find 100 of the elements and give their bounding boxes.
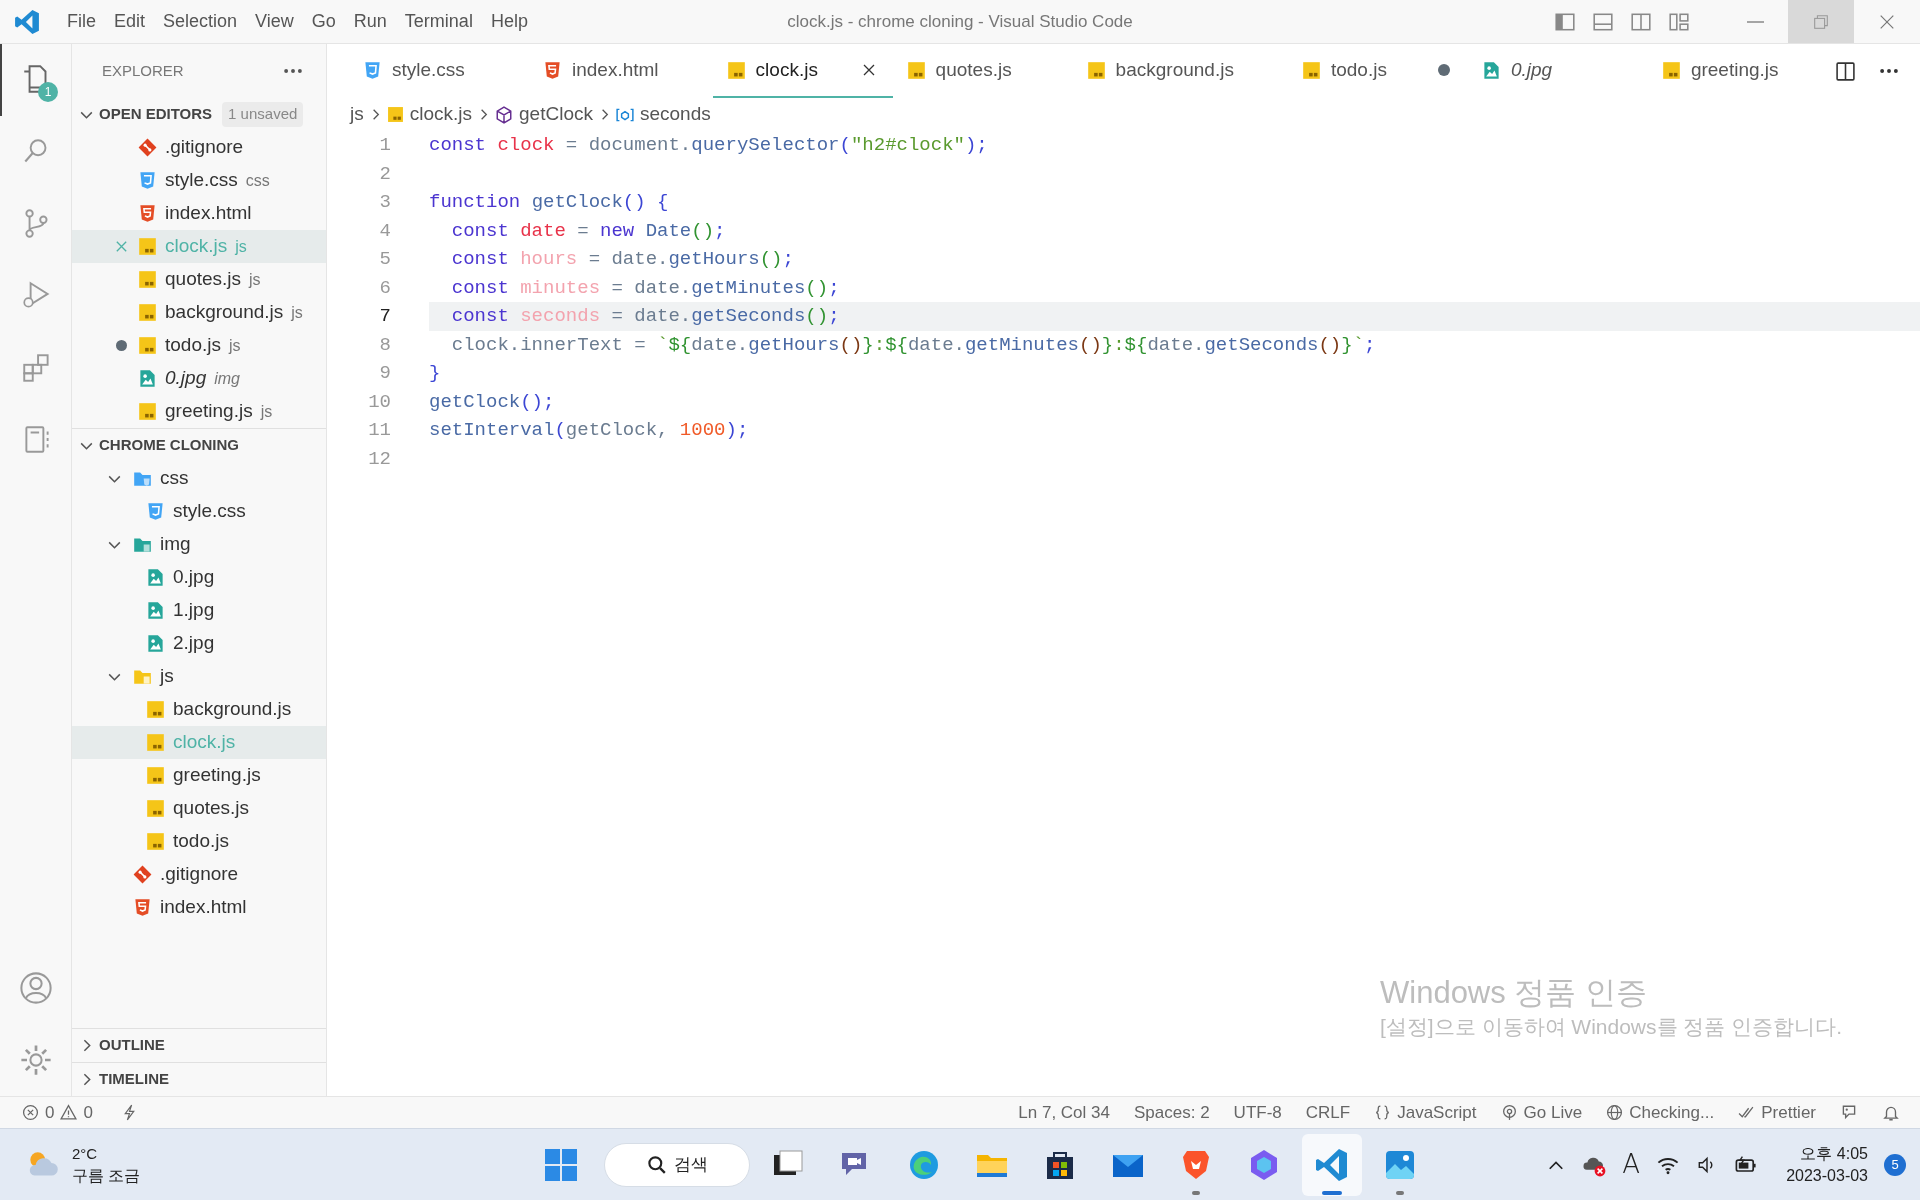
js-file-icon	[1086, 60, 1106, 80]
file-name: todo.js	[173, 829, 229, 854]
tab-label: style.css	[392, 57, 465, 82]
tree-row[interactable]: 2.jpg	[72, 627, 326, 660]
tree-row[interactable]: .gitignore	[72, 858, 326, 891]
file-name: .gitignore	[165, 135, 244, 160]
js-file-icon	[138, 336, 157, 355]
line-number: 3	[378, 190, 391, 215]
explorer-title: EXPLORER	[102, 60, 184, 81]
file-name: background.js	[165, 300, 284, 325]
editor-tab[interactable]: quotes.js	[892, 44, 1073, 98]
status-item[interactable]: Spaces: 2	[1134, 1099, 1210, 1126]
section-title: OUTLINE	[99, 1035, 165, 1056]
section-header[interactable]: CHROME CLONING	[72, 429, 326, 462]
editor-tab[interactable]: style.css	[349, 44, 529, 98]
file-name: greeting.js	[165, 399, 253, 424]
open-editor-item[interactable]: todo.js js	[72, 329, 326, 362]
error-icon	[22, 1104, 39, 1121]
tab-label: quotes.js	[935, 57, 1012, 82]
folder-row[interactable]: img	[72, 528, 326, 561]
status-item[interactable]: Ln 7, Col 34	[1018, 1099, 1110, 1126]
image-file-icon	[1481, 60, 1501, 80]
open-editor-item[interactable]: greeting.js js	[72, 395, 326, 428]
notification-count[interactable]: 5	[1884, 1153, 1906, 1176]
code-line: const hours = date.getHours();	[450, 247, 795, 272]
tree-row[interactable]: greeting.js	[72, 759, 326, 792]
open-editor-item[interactable]: style.css css	[72, 164, 326, 197]
menu-item[interactable]: Edit	[105, 0, 155, 43]
problems-status[interactable]: 0 0	[0, 1099, 93, 1126]
menu-item[interactable]: Help	[481, 0, 537, 43]
editor-tab[interactable]: greeting.js	[1647, 44, 1833, 98]
status-item[interactable]: Checking...	[1606, 1099, 1715, 1126]
input-method-indicator[interactable]: A	[1622, 1145, 1641, 1184]
menu-item[interactable]: Terminal	[395, 0, 482, 43]
editor-tab[interactable]: index.html	[529, 44, 713, 98]
image-file-icon	[146, 601, 165, 620]
js-file-icon	[726, 60, 746, 80]
windows-logo-icon	[544, 1147, 578, 1182]
git-icon	[138, 138, 157, 157]
section-header[interactable]: OPEN EDITORS 1 unsaved	[72, 98, 326, 131]
editor-tab[interactable]: clock.js	[712, 44, 893, 98]
editor-tab[interactable]: background.js	[1072, 44, 1288, 98]
breadcrumb-item[interactable]: seconds	[615, 100, 711, 129]
status-item[interactable]: JavaScript	[1374, 1099, 1477, 1126]
open-editor-item[interactable]: index.html	[72, 197, 326, 230]
tree-row[interactable]: 1.jpg	[72, 594, 326, 627]
tab-label: clock.js	[755, 57, 818, 82]
open-editor-item[interactable]: background.js js	[72, 296, 326, 329]
tree-row[interactable]: quotes.js	[72, 792, 326, 825]
section-header[interactable]: TIMELINE	[72, 1063, 326, 1096]
menu-item[interactable]: Run	[344, 0, 396, 43]
search-icon	[646, 1155, 666, 1174]
menu-item[interactable]: Selection	[154, 0, 247, 43]
tab-label: greeting.js	[1690, 57, 1779, 82]
tree-row[interactable]: 0.jpg	[72, 561, 326, 594]
breadcrumb-item[interactable]: getClock	[495, 100, 593, 129]
unsaved-badge: 1 unsaved	[222, 102, 304, 127]
folder-row[interactable]: js	[72, 660, 326, 693]
tree-row[interactable]: index.html	[72, 891, 326, 924]
breadcrumb-item[interactable]: js	[350, 100, 364, 129]
feedback-icon[interactable]	[1840, 1103, 1858, 1122]
open-editor-item[interactable]: .gitignore	[72, 131, 326, 164]
menu-item[interactable]: View	[246, 0, 303, 43]
status-item[interactable]: Prettier	[1738, 1099, 1816, 1126]
css-file-icon	[146, 502, 165, 521]
tree-row[interactable]: todo.js	[72, 825, 326, 858]
css-file-icon	[363, 60, 382, 80]
js-file-icon	[906, 60, 926, 80]
file-hint: js	[229, 335, 241, 356]
file-hint: img	[214, 368, 240, 389]
split-editor-icon[interactable]	[1835, 60, 1856, 82]
line-number: 7	[378, 304, 391, 329]
status-item[interactable]: Go Live	[1500, 1099, 1583, 1126]
line-number: 10	[367, 389, 391, 415]
js-file-icon	[146, 733, 165, 752]
menu-item[interactable]: Go	[302, 0, 345, 43]
file-name: todo.js	[165, 333, 221, 358]
section-header[interactable]: OUTLINE	[72, 1029, 326, 1062]
clock[interactable]: 오후 4:05 2023-03-03	[1786, 1142, 1868, 1187]
js-file-icon	[138, 270, 157, 289]
editor-tab[interactable]: 0.jpg	[1467, 44, 1648, 98]
open-editor-item[interactable]: 0.jpg img	[72, 362, 326, 395]
status-item[interactable]: UTF-8	[1233, 1099, 1282, 1126]
tree-row[interactable]: background.js	[72, 693, 326, 726]
folder-row[interactable]: css	[72, 462, 326, 495]
weather-widget[interactable]: 2°C 구름 조금	[0, 1142, 141, 1187]
tab-label: todo.js	[1330, 57, 1387, 82]
menu-item[interactable]: File	[58, 0, 105, 43]
file-name: 1.jpg	[173, 598, 215, 623]
code-line: const minutes = date.getMinutes();	[450, 275, 841, 301]
restore-icon	[1812, 12, 1830, 31]
js-file-icon	[138, 237, 157, 256]
code-line: clock.innerText = `${date.getHours()}:${date.getMinutes()}:${date.getSeconds()}`;	[450, 332, 1377, 358]
js-file-icon	[146, 700, 165, 719]
status-item[interactable]: CRLF	[1305, 1099, 1351, 1126]
open-editor-item[interactable]: quotes.js js	[72, 263, 326, 296]
breadcrumb-item[interactable]: clock.js	[386, 100, 473, 129]
taskbar-search[interactable]: 검색	[604, 1142, 750, 1187]
tree-row[interactable]: style.css	[72, 495, 326, 528]
editor-tab[interactable]: todo.js	[1287, 44, 1468, 98]
